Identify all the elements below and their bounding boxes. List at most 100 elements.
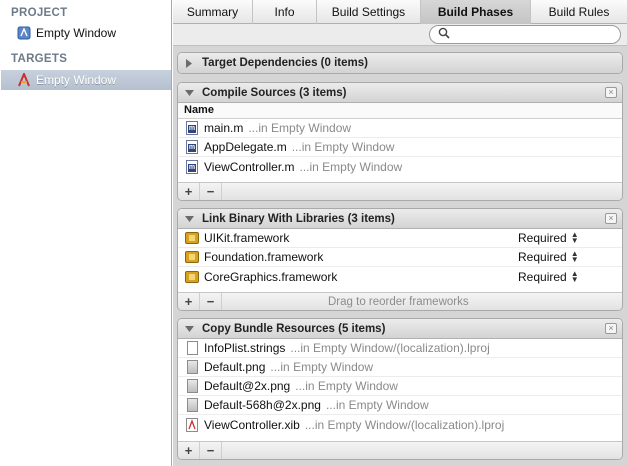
main-editor: Summary Info Build Settings Build Phases…	[173, 0, 627, 466]
section-link-binary: Link Binary With Libraries (3 items) × U…	[177, 208, 623, 311]
close-icon[interactable]: ×	[605, 213, 617, 224]
objc-source-file-icon: m	[185, 159, 199, 174]
framework-icon	[185, 269, 199, 284]
list-item[interactable]: InfoPlist.strings ...in Empty Window/(lo…	[178, 339, 622, 358]
section-header[interactable]: Copy Bundle Resources (5 items) ×	[178, 319, 622, 339]
file-location: ...in Empty Window/(localization).lproj	[304, 417, 505, 432]
tab-build-phases[interactable]: Build Phases	[421, 0, 531, 24]
targets-header: TARGETS	[11, 53, 68, 65]
search-field[interactable]	[429, 25, 621, 44]
list-item[interactable]: Default-568h@2x.png ...in Empty Window	[178, 396, 622, 415]
status-popup[interactable]: Required ▲ ▼	[518, 230, 579, 246]
sidebar-item-target[interactable]: Empty Window	[1, 70, 171, 90]
remove-button[interactable]: −	[200, 442, 222, 459]
list-item[interactable]: Default.png ...in Empty Window	[178, 358, 622, 377]
status-label: Required	[518, 269, 567, 284]
list-item[interactable]: ViewController.xib ...in Empty Window/(l…	[178, 415, 622, 434]
close-icon[interactable]: ×	[605, 87, 617, 98]
tab-bar: Summary Info Build Settings Build Phases…	[173, 0, 627, 24]
section-title: Link Binary With Libraries (3 items)	[202, 212, 395, 225]
file-name: ViewController.xib	[204, 417, 300, 432]
section-header[interactable]: Link Binary With Libraries (3 items) ×	[178, 209, 622, 229]
framework-name: Foundation.framework	[204, 250, 324, 264]
file-name: Default-568h@2x.png	[204, 398, 321, 412]
search-icon	[438, 27, 450, 42]
section-footer: + − Drag to reorder frameworks	[178, 292, 622, 310]
list-item[interactable]: Foundation.framework Required ▲ ▼	[178, 248, 622, 267]
strings-file-icon	[185, 341, 199, 356]
xcode-project-icon	[17, 26, 31, 40]
file-name: Default@2x.png	[204, 379, 291, 393]
tab-summary[interactable]: Summary	[173, 0, 253, 24]
file-location: ...in Empty Window	[295, 379, 398, 393]
file-location: ...in Empty Window/(localization).lproj	[290, 341, 490, 355]
section-title: Compile Sources (3 items)	[202, 86, 347, 99]
drag-hint: Drag to reorder frameworks	[328, 295, 469, 308]
status-popup[interactable]: Required ▲ ▼	[518, 268, 579, 284]
file-name: AppDelegate.m	[204, 140, 287, 154]
image-file-icon	[185, 379, 199, 394]
list-item[interactable]: Default@2x.png ...in Empty Window	[178, 377, 622, 396]
filter-bar	[173, 24, 627, 46]
file-name: InfoPlist.strings	[204, 341, 286, 355]
sidebar-item-project[interactable]: Empty Window	[1, 23, 171, 43]
section-header[interactable]: Target Dependencies (0 items)	[178, 53, 622, 73]
list-item[interactable]: CoreGraphics.framework Required ▲ ▼	[178, 267, 622, 286]
status-label: Required	[518, 231, 567, 245]
section-title: Target Dependencies (0 items)	[202, 57, 368, 69]
section-target-dependencies: Target Dependencies (0 items)	[177, 52, 623, 74]
section-footer: + −	[178, 441, 622, 459]
image-file-icon	[185, 398, 199, 413]
file-location: ...in Empty Window	[270, 360, 374, 374]
list-item[interactable]: m main.m ...in Empty Window	[178, 119, 622, 138]
objc-source-file-icon: m	[185, 140, 199, 155]
disclosure-triangle-collapsed-icon[interactable]	[184, 58, 194, 68]
framework-name: CoreGraphics.framework	[204, 269, 338, 284]
file-name: main.m	[204, 121, 244, 135]
disclosure-triangle-expanded-icon[interactable]	[184, 88, 194, 98]
xib-file-icon	[185, 417, 199, 432]
remove-button[interactable]: −	[200, 183, 222, 200]
section-copy-bundle-resources: Copy Bundle Resources (5 items) × InfoPl…	[177, 318, 623, 460]
list-item[interactable]: m AppDelegate.m ...in Empty Window	[178, 138, 622, 157]
tab-info[interactable]: Info	[253, 0, 317, 24]
tab-build-rules[interactable]: Build Rules	[531, 0, 627, 24]
stepper-arrows-icon: ▲ ▼	[570, 249, 579, 264]
add-button[interactable]: +	[178, 442, 200, 459]
sidebar: PROJECT Empty Window TARGETS Empty Windo…	[0, 0, 172, 466]
framework-icon	[185, 231, 199, 246]
section-compile-sources: Compile Sources (3 items) × Name m main.…	[177, 82, 623, 201]
file-name: Default.png	[204, 360, 266, 374]
remove-button[interactable]: −	[200, 293, 222, 310]
file-location: ...in Empty Window	[291, 140, 395, 154]
disclosure-triangle-expanded-icon[interactable]	[184, 324, 194, 334]
add-button[interactable]: +	[178, 293, 200, 310]
stepper-arrows-icon: ▲ ▼	[570, 230, 579, 245]
project-header: PROJECT	[11, 7, 68, 19]
file-location: ...in Empty Window	[248, 121, 352, 135]
search-input[interactable]	[454, 28, 614, 41]
disclosure-triangle-expanded-icon[interactable]	[184, 214, 194, 224]
close-icon[interactable]: ×	[605, 323, 617, 334]
list-item[interactable]: UIKit.framework Required ▲ ▼	[178, 229, 622, 248]
app-target-icon	[17, 73, 31, 87]
section-header[interactable]: Compile Sources (3 items) ×	[178, 83, 622, 103]
project-label: Empty Window	[36, 26, 117, 40]
framework-name: UIKit.framework	[204, 231, 290, 245]
file-location: ...in Empty Window	[325, 398, 429, 412]
image-file-icon	[185, 360, 199, 375]
objc-source-file-icon: m	[185, 121, 199, 136]
column-header-name[interactable]: Name	[178, 103, 622, 119]
target-label: Empty Window	[36, 73, 117, 87]
section-title: Copy Bundle Resources (5 items)	[202, 322, 386, 335]
framework-icon	[185, 250, 199, 265]
status-popup[interactable]: Required ▲ ▼	[518, 249, 579, 265]
list-item[interactable]: m ViewController.m ...in Empty Window	[178, 157, 622, 176]
stepper-arrows-icon: ▲ ▼	[570, 268, 579, 284]
section-footer: + −	[178, 182, 622, 200]
add-button[interactable]: +	[178, 183, 200, 200]
file-location: ...in Empty Window	[299, 159, 403, 174]
file-name: ViewController.m	[204, 159, 295, 174]
tab-build-settings[interactable]: Build Settings	[317, 0, 421, 24]
status-label: Required	[518, 250, 567, 264]
